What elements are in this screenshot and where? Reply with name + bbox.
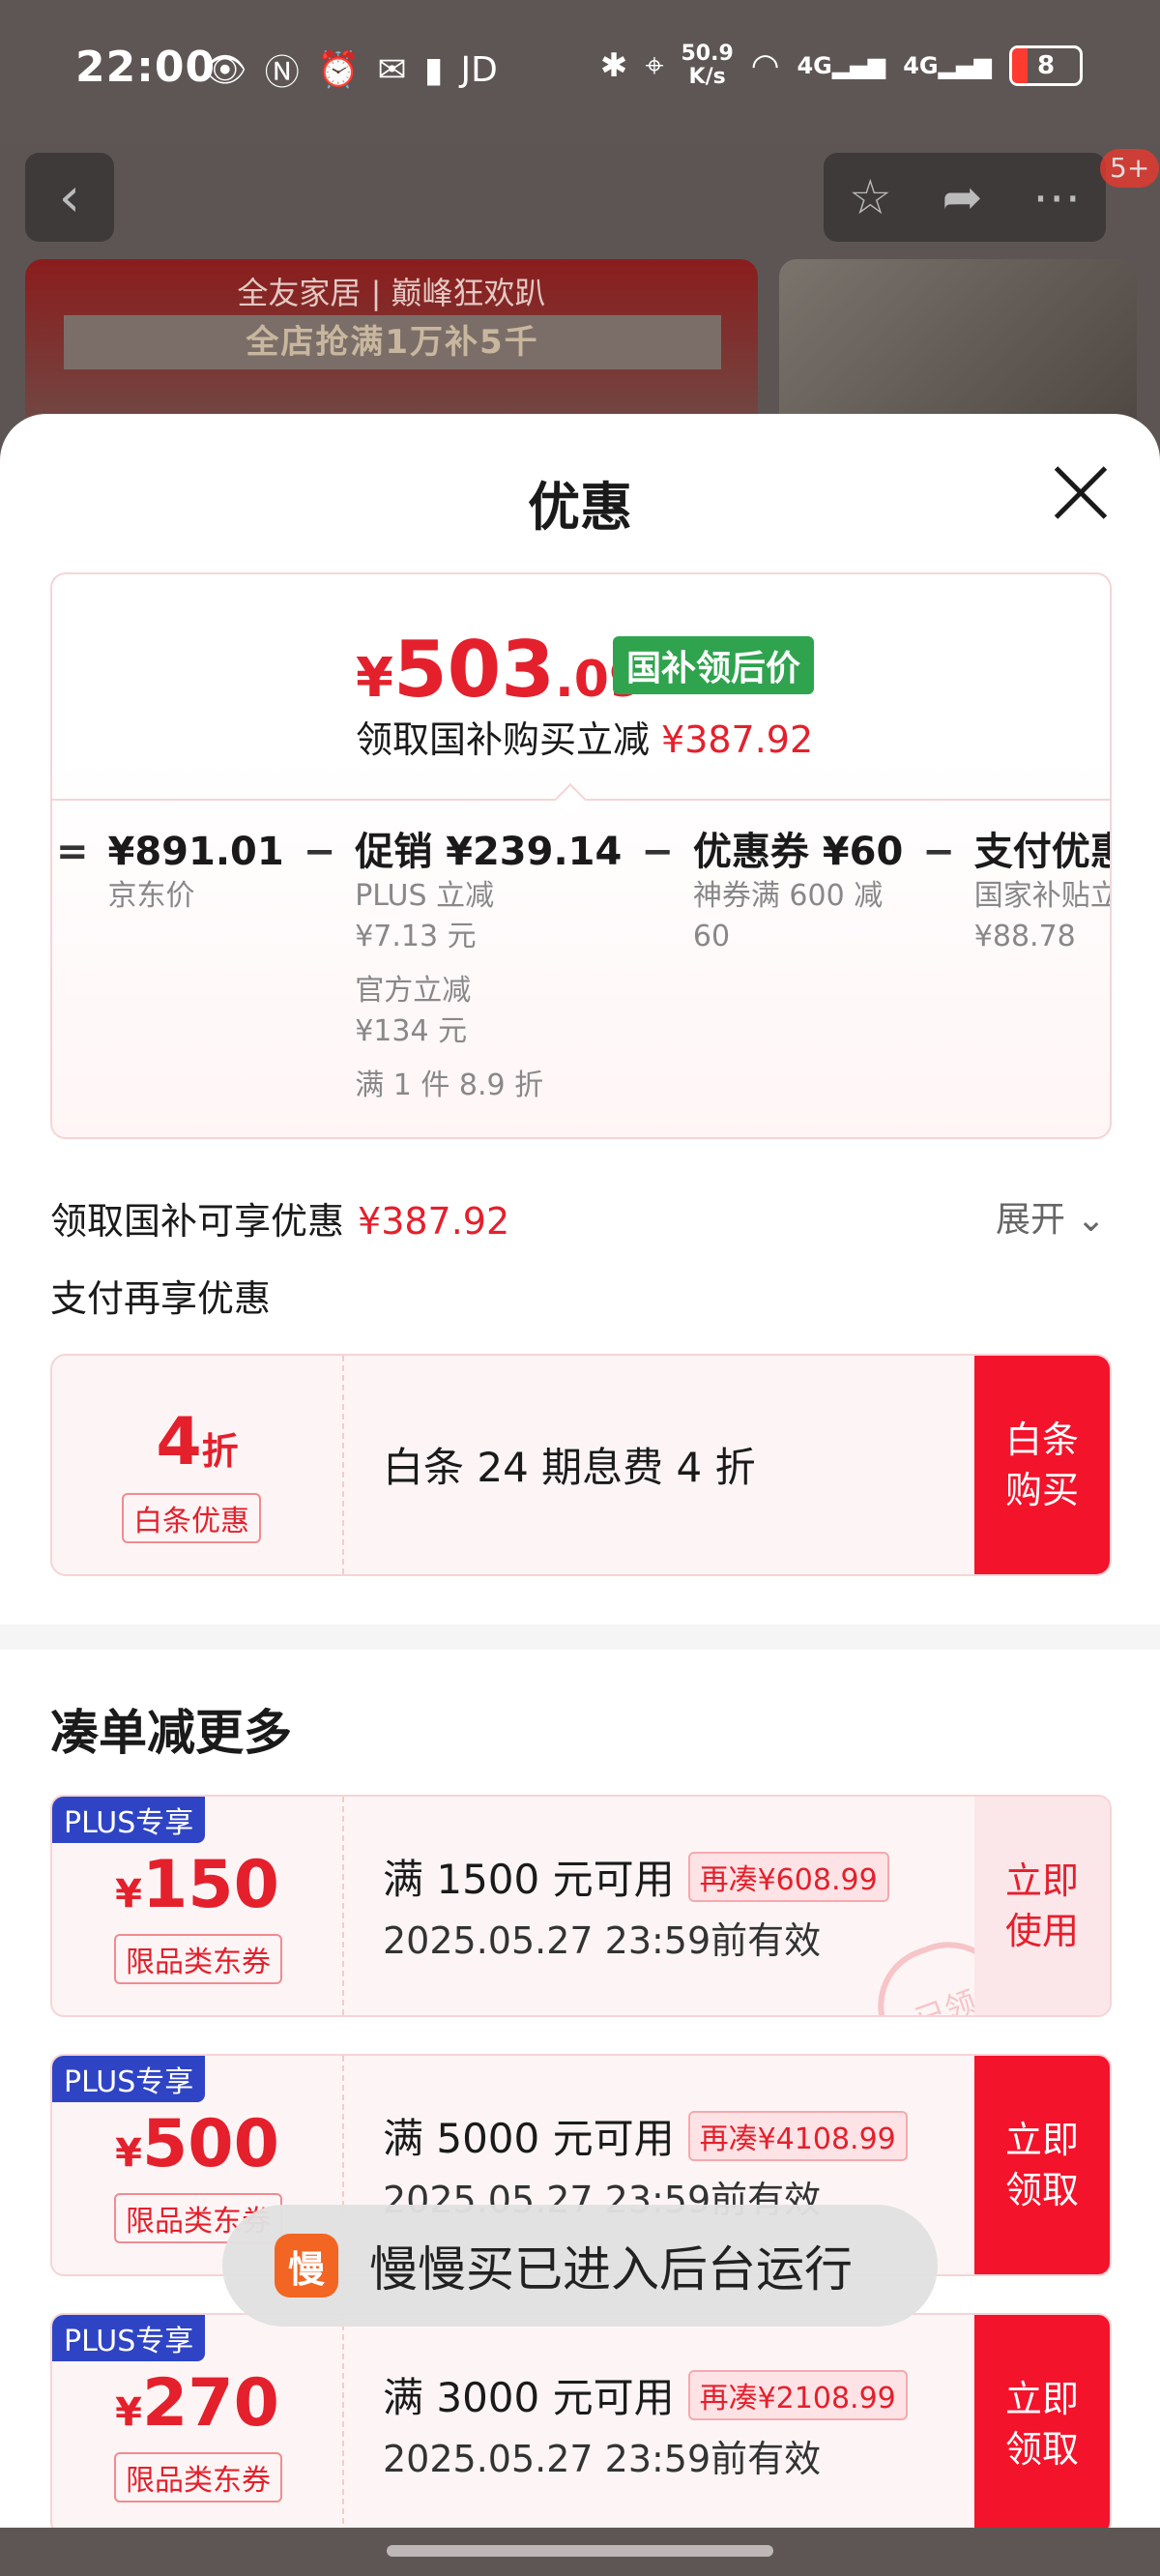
product-header: ‹ ☆ ➦ ⋯ 5+ 全友家居 | 巅峰狂欢趴 全店抢满1万补5千 <box>0 143 1160 433</box>
network-speed: 50.9 K/s <box>681 42 734 89</box>
background-toast: 慢 慢慢买已进入后台运行 <box>222 2205 938 2327</box>
storage-icon: ▮ <box>423 49 444 90</box>
wifi-icon: ◠ <box>750 46 780 85</box>
signal-icon-2: 4G▂▄▆ <box>903 52 992 79</box>
eye-icon: 👁 <box>203 50 247 90</box>
coupon-card: PLUS专享 ¥150 限品类东券 满 1500 元可用 再凑¥608.99 20… <box>50 1795 1112 2017</box>
expand-button[interactable]: 展开 ⌄ <box>996 1191 1106 1242</box>
coupon-condition: 满 3000 元可用 再凑¥2108.99 <box>383 2365 908 2424</box>
claim-coupon-button[interactable]: 立即 领取 <box>974 2056 1110 2274</box>
banner-title: 全友家居 | 巅峰狂欢趴 <box>237 275 546 311</box>
more-deals-title: 凑单减更多 <box>50 1705 292 1761</box>
claim-coupon-button[interactable]: 立即 领取 <box>974 2315 1110 2533</box>
header-actions: ☆ ➦ ⋯ <box>824 153 1106 242</box>
close-icon[interactable] <box>1050 462 1110 522</box>
carrier-label: JD <box>460 49 498 90</box>
wechat-icon: ✉ <box>377 49 407 90</box>
coupon-expiry: 2025.05.27 23:59前有效 <box>383 1919 822 1962</box>
coupon-remaining-tag: 再凑¥2108.99 <box>687 2369 908 2420</box>
price-card: ¥503.09 国补领后价 领取国补购买立减 ¥387.92 = ¥891.01 … <box>50 572 1112 1139</box>
alarm-icon: ⏰ <box>316 50 361 90</box>
plus-exclusive-tag: PLUS专享 <box>52 1797 206 1843</box>
cart-badge: 5+ <box>1100 149 1160 188</box>
coupon-amount: ¥500 <box>115 2106 279 2182</box>
status-bar: 22:00 👁 Ⓝ ⏰ ✉ ▮ JD ✱ ⌖ 50.9 K/s ◠ 4G▂▄▆ … <box>0 0 1160 143</box>
product-thumbnail[interactable] <box>779 259 1137 433</box>
manmanmai-app-icon: 慢 <box>275 2234 338 2298</box>
home-gesture-handle[interactable] <box>387 2545 773 2557</box>
promo-banner: 全友家居 | 巅峰狂欢趴 全店抢满1万补5千 <box>25 259 758 433</box>
bluetooth-icon: ✱ <box>599 46 628 85</box>
gov-subsidy-row: 领取国补可享优惠 ¥387.92 <box>50 1200 510 1243</box>
banner-subtitle: 全店抢满1万补5千 <box>64 315 721 369</box>
coupon-type-tag: 限品类东券 <box>114 2452 282 2503</box>
signal-icon-1: 4G▂▄▆ <box>797 52 886 79</box>
share-icon[interactable]: ➦ <box>942 169 982 225</box>
sheet-title: 优惠 <box>528 477 632 538</box>
coupon-card: PLUS专享 ¥270 限品类东券 满 3000 元可用 再凑¥2108.99 2… <box>50 2313 1112 2535</box>
coupon-amount: ¥270 <box>115 2365 279 2442</box>
breakdown-jd-price: ¥891.01 京东价 <box>107 830 284 913</box>
coupon-type-tag: 限品类东券 <box>114 1934 282 1984</box>
favorite-star-icon[interactable]: ☆ <box>849 169 892 225</box>
toast-message: 慢慢买已进入后台运行 <box>369 2241 853 2298</box>
save-line: 领取国补购买立减 ¥387.92 <box>356 718 814 761</box>
payment-discount-title: 支付再享优惠 <box>50 1277 272 1320</box>
coupon-amount: ¥150 <box>115 1847 279 1923</box>
back-button[interactable]: ‹ <box>25 153 114 242</box>
coupon-condition: 满 5000 元可用 再凑¥4108.99 <box>383 2106 908 2165</box>
baitiao-buy-button[interactable]: 白条 购买 <box>974 1356 1110 1574</box>
baitiao-offer-card: 4折 白条优惠 白条 24 期息费 4 折 白条 购买 <box>50 1354 1112 1576</box>
coupon-expiry: 2025.05.27 23:59前有效 <box>383 2438 822 2480</box>
nfc-icon: Ⓝ <box>264 53 300 93</box>
final-price: ¥503.09 <box>356 625 645 715</box>
breakdown-promotion: 促销 ¥239.14 PLUS 立减 ¥7.13 元 官方立减 ¥134 元 满… <box>355 830 623 1102</box>
gov-subsidy-tag: 国补领后价 <box>613 636 815 694</box>
coupon-remaining-tag: 再凑¥4108.99 <box>687 2110 908 2161</box>
chevron-down-icon: ⌄ <box>1076 1200 1106 1240</box>
status-system-icons: ✱ ⌖ 50.9 K/s ◠ 4G▂▄▆ 4G▂▄▆ 8 <box>600 43 1083 89</box>
use-coupon-button[interactable]: 立即 使用 <box>974 1797 1110 2015</box>
battery-icon: 8 <box>1009 45 1083 86</box>
baitiao-tag: 白条优惠 <box>122 1493 261 1543</box>
plus-exclusive-tag: PLUS专享 <box>52 2056 206 2102</box>
status-time: 22:00 <box>75 43 217 92</box>
breakdown-payment: 支付优惠 国家补贴立 ¥88.78 <box>973 830 1112 953</box>
coupon-remaining-tag: 再凑¥608.99 <box>687 1851 889 1902</box>
baitiao-description: 白条 24 期息费 4 折 <box>383 1444 756 1491</box>
navigation-bar <box>0 2528 1160 2576</box>
price-breakdown: = ¥891.01 京东价 − 促销 ¥239.14 PLUS 立减 ¥7.13… <box>52 828 1112 1106</box>
plus-exclusive-tag: PLUS专享 <box>52 2315 206 2361</box>
section-separator <box>0 1625 1160 1650</box>
pointer-arrow <box>554 783 587 816</box>
more-icon[interactable]: ⋯ <box>1032 169 1081 225</box>
chevron-left-icon: ‹ <box>58 165 81 229</box>
location-icon: ⌖ <box>645 46 664 85</box>
coupon-condition: 满 1500 元可用 再凑¥608.99 <box>383 1847 889 1906</box>
baitiao-discount: 4折 <box>156 1404 239 1480</box>
status-notification-icons: 👁 Ⓝ ⏰ ✉ ▮ JD <box>203 44 498 95</box>
breakdown-coupon: 优惠券 ¥60 神券满 600 减 60 <box>692 830 904 953</box>
